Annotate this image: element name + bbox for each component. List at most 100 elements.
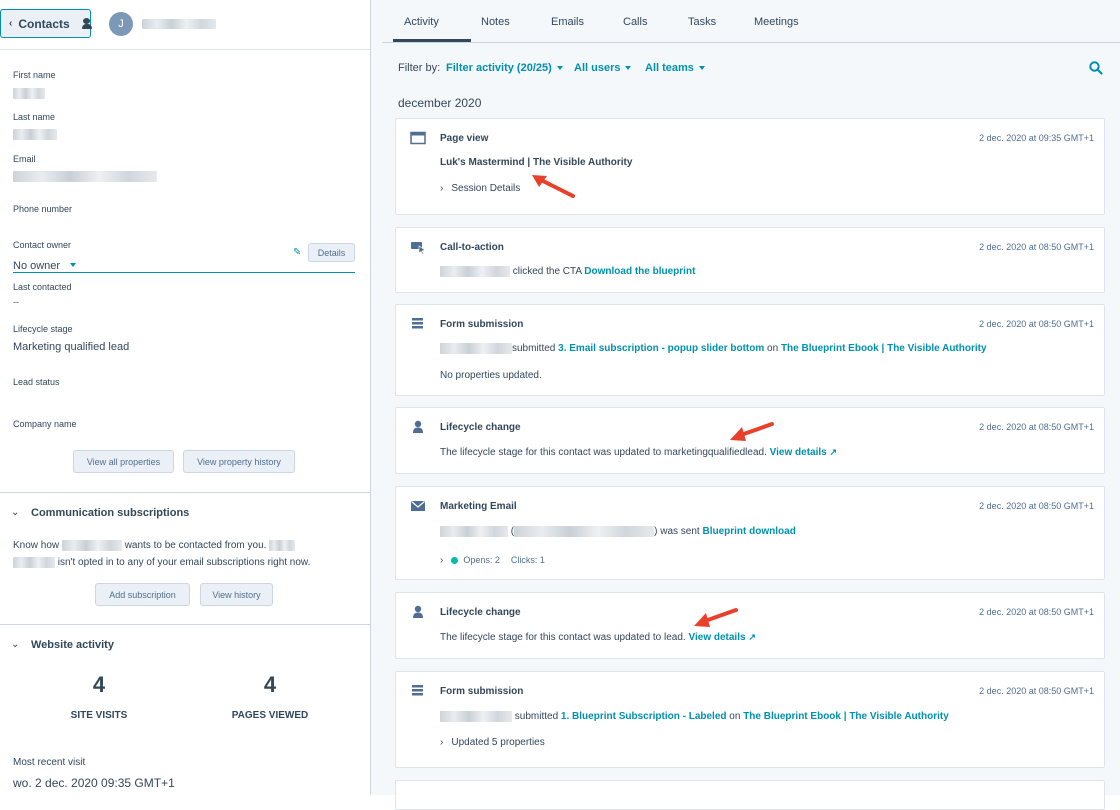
company-name-label: Company name: [13, 419, 77, 429]
last-contacted-label: Last contacted: [13, 282, 72, 292]
form-icon: [412, 685, 423, 696]
filter-by-label: Filter by:: [398, 62, 441, 74]
chevron-right-icon: ›: [440, 183, 444, 194]
tab-notes[interactable]: Notes: [481, 16, 510, 28]
contacts-button-label: Contacts: [18, 16, 70, 31]
all-users-label: All users: [574, 62, 621, 74]
all-users-dropdown[interactable]: All users: [574, 62, 632, 74]
activity-timestamp: 2 dec. 2020 at 08:50 GMT+1: [979, 686, 1094, 696]
envelope-icon: [411, 501, 425, 511]
page-link[interactable]: Luk's Mastermind | The Visible Authority: [440, 157, 632, 168]
email-label: Email: [13, 154, 36, 164]
activity-card-marketing-email[interactable]: Marketing Email 2 dec. 2020 at 08:50 GMT…: [395, 486, 1105, 580]
view-details-label: View details: [769, 447, 827, 458]
activity-timestamp: 2 dec. 2020 at 08:50 GMT+1: [979, 242, 1094, 252]
activity-card-page-view[interactable]: Page view 2 dec. 2020 at 09:35 GMT+1 Luk…: [395, 118, 1105, 215]
tab-emails[interactable]: Emails: [551, 16, 584, 28]
activity-text: () was sent Blueprint download: [440, 526, 796, 537]
activity-timestamp: 2 dec. 2020 at 08:50 GMT+1: [979, 319, 1094, 329]
most-recent-visit-label: Most recent visit: [13, 757, 86, 768]
last-name-label: Last name: [13, 112, 56, 122]
name-redacted: [269, 540, 296, 551]
form-link[interactable]: 1. Blueprint Subscription - Labeled: [561, 711, 727, 722]
view-history-button[interactable]: View history: [200, 583, 273, 606]
pages-viewed-label: PAGES VIEWED: [231, 710, 309, 721]
lifecycle-text: The lifecycle stage for this contact was…: [440, 632, 686, 643]
person-icon: [81, 18, 93, 29]
external-link-icon: ↗: [829, 447, 838, 457]
filter-activity-dropdown[interactable]: Filter activity (20/25): [446, 62, 563, 74]
back-to-contacts-button[interactable]: ‹ Contacts: [0, 9, 93, 38]
contact-owner-label: Contact owner: [13, 240, 72, 250]
chevron-down-icon[interactable]: ⌄: [11, 639, 19, 650]
activity-card-partial[interactable]: [395, 780, 1105, 810]
chevron-left-icon: ‹: [9, 18, 13, 29]
website-activity-section: ⌄ Website activity 4 SITE VISITS 4 PAGES…: [0, 624, 370, 795]
cta-link[interactable]: Download the blueprint: [584, 266, 695, 277]
view-all-properties-button[interactable]: View all properties: [73, 450, 174, 473]
clicks-count: Clicks: 1: [510, 555, 545, 565]
activity-card-form-submission[interactable]: Form submission 2 dec. 2020 at 08:50 GMT…: [395, 671, 1105, 768]
view-details-link[interactable]: View details ↗: [688, 632, 755, 643]
activity-title: Form submission: [440, 319, 524, 330]
most-recent-visit-value: wo. 2 dec. 2020 09:35 GMT+1: [13, 776, 175, 790]
text-know-how: Know how: [13, 540, 60, 552]
person-icon: [413, 420, 423, 433]
activity-timestamp: 2 dec. 2020 at 08:50 GMT+1: [979, 422, 1094, 432]
subscriptions-text-2: isn't opted in to any of your email subs…: [13, 557, 310, 568]
contact-name-redacted: [142, 19, 216, 29]
view-property-history-button[interactable]: View property history: [183, 450, 295, 473]
view-details-link[interactable]: View details ↗: [770, 447, 837, 458]
cta-cursor-icon: [411, 242, 426, 254]
last-contacted-value: --: [13, 297, 19, 307]
all-teams-dropdown[interactable]: All teams: [645, 62, 705, 74]
updated-properties-toggle[interactable]: › Updated 5 properties: [440, 737, 545, 748]
text-wants-contacted: wants to be contacted from you.: [124, 540, 267, 552]
was-sent-text: ) was sent: [654, 526, 700, 538]
email-value-redacted[interactable]: [13, 171, 157, 182]
search-icon[interactable]: [1089, 61, 1103, 75]
add-subscription-button[interactable]: Add subscription: [95, 583, 190, 606]
lifecycle-text: The lifecycle stage for this contact was…: [440, 447, 767, 458]
site-visits-label: SITE VISITS: [70, 710, 128, 721]
details-button[interactable]: Details: [308, 243, 355, 262]
chevron-right-icon: ›: [440, 737, 444, 748]
activity-panel: Activity Notes Emails Calls Tasks Meetin…: [371, 0, 1120, 810]
chevron-down-icon[interactable]: ⌄: [11, 507, 19, 518]
tab-activity[interactable]: Activity: [404, 16, 439, 28]
pages-viewed-value: 4: [263, 672, 277, 697]
cta-text: clicked the CTA: [512, 266, 582, 278]
activity-text: submitted 1. Blueprint Subscription - La…: [440, 711, 949, 722]
session-details-label: Session Details: [451, 183, 521, 194]
email-link[interactable]: Blueprint download: [702, 526, 795, 537]
last-name-value-redacted[interactable]: [13, 129, 57, 140]
tab-meetings[interactable]: Meetings: [754, 16, 799, 28]
activity-card-form-submission[interactable]: Form submission 2 dec. 2020 at 08:50 GMT…: [395, 304, 1105, 396]
activity-card-lifecycle-change[interactable]: Lifecycle change 2 dec. 2020 at 08:50 GM…: [395, 592, 1105, 659]
contact-owner-select[interactable]: No owner: [13, 256, 355, 273]
contact-sidebar: ‹ Contacts J First name Last name Email …: [0, 0, 371, 795]
page-link[interactable]: The Blueprint Ebook | The Visible Author…: [743, 711, 949, 722]
section-title[interactable]: Communication subscriptions: [31, 507, 189, 519]
form-link[interactable]: 3. Email subscription - popup slider bot…: [558, 343, 764, 354]
pencil-icon[interactable]: ✎: [293, 247, 301, 258]
on-text: on: [729, 711, 741, 723]
activity-title: Page view: [440, 133, 489, 144]
section-title[interactable]: Website activity: [31, 639, 114, 651]
first-name-value-redacted[interactable]: [13, 88, 45, 99]
filter-activity-label: Filter activity (20/25): [446, 62, 552, 74]
session-details-toggle[interactable]: › Session Details: [440, 183, 520, 194]
tab-tasks[interactable]: Tasks: [688, 16, 716, 28]
submitted-text: submitted: [512, 343, 556, 355]
avatar[interactable]: J: [109, 12, 133, 36]
lifecycle-stage-value[interactable]: Marketing qualified lead: [13, 341, 129, 353]
contact-name-redacted: [440, 343, 512, 354]
page-link[interactable]: The Blueprint Ebook | The Visible Author…: [781, 343, 987, 354]
activity-text: clicked the CTA Download the blueprint: [440, 266, 695, 277]
activity-card-cta[interactable]: Call-to-action 2 dec. 2020 at 08:50 GMT+…: [395, 227, 1105, 293]
text-not-opted-in: isn't opted in to any of your email subs…: [57, 557, 311, 569]
opens-dot-icon: [451, 557, 459, 565]
tab-calls[interactable]: Calls: [623, 16, 647, 28]
all-teams-label: All teams: [645, 62, 694, 74]
email-stats-toggle[interactable]: › Opens: 2 Clicks: 1: [440, 555, 545, 566]
